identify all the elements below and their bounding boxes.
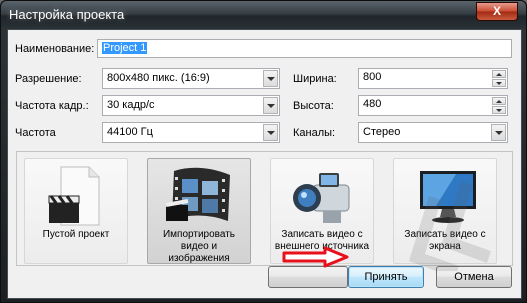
project-settings-window: Настройка проекта X Наименование: Projec… — [0, 0, 527, 303]
film-strip-icon — [165, 167, 230, 221]
tile-empty-project[interactable]: Пустой проект — [24, 158, 128, 264]
tile-import-media[interactable]: Импортировать видео и изображения — [147, 158, 251, 264]
height-label: Высота: — [293, 100, 334, 112]
title-bar[interactable]: Настройка проекта X — [1, 1, 526, 29]
window-title: Настройка проекта — [9, 7, 125, 22]
height-value: 480 — [363, 98, 382, 110]
red-arrow-annotation-icon — [282, 246, 349, 268]
channels-label: Каналы: — [293, 127, 336, 139]
camcorder-icon — [293, 173, 350, 223]
cancel-button[interactable]: Отмена — [436, 266, 512, 288]
resolution-select[interactable]: 800x480 пикс. (16:9) — [102, 68, 280, 89]
framerate-select[interactable]: 30 кадр/с — [102, 95, 280, 116]
width-value: 800 — [363, 71, 382, 83]
monitor-icon — [420, 171, 476, 223]
height-down-icon[interactable] — [492, 106, 506, 114]
project-name-input[interactable]: Project 1 — [97, 39, 512, 58]
frequency-select[interactable]: 44100 Гц — [102, 122, 280, 143]
chevron-down-icon[interactable] — [263, 97, 278, 114]
frequency-label: Частота — [15, 127, 56, 139]
chevron-down-icon[interactable] — [263, 124, 278, 141]
channels-select[interactable]: Стерео — [358, 122, 508, 143]
accept-button[interactable]: Принять — [348, 266, 424, 288]
name-label: Наименование: — [15, 43, 95, 55]
project-type-panel: Пустой проект Импортировать видео и изоб… — [16, 151, 513, 266]
project-name-value: Project 1 — [102, 42, 148, 54]
height-spinbox[interactable]: 480 — [358, 95, 508, 116]
width-spinbox[interactable]: 800 — [358, 68, 508, 89]
close-button[interactable]: X — [476, 2, 518, 21]
clapperboard-document-icon — [48, 166, 100, 226]
resolution-value: 800x480 пикс. (16:9) — [107, 72, 210, 84]
disabled-extra-button — [268, 266, 348, 288]
width-up-icon[interactable] — [492, 70, 506, 78]
height-up-icon[interactable] — [492, 97, 506, 105]
tile-caption: Записать видео с экрана — [404, 229, 486, 252]
width-down-icon[interactable] — [492, 79, 506, 87]
tile-caption: Импортировать видео и изображения — [162, 229, 235, 264]
tile-caption: Пустой проект — [42, 229, 110, 240]
frequency-value: 44100 Гц — [107, 126, 153, 138]
width-label: Ширина: — [293, 73, 337, 85]
dialog-body: Наименование: Project 1 Разрешение: 800x… — [7, 29, 522, 299]
tile-record-screen[interactable]: Записать видео с экрана — [393, 158, 497, 264]
framerate-label: Частота кадр.: — [15, 100, 89, 112]
resolution-label: Разрешение: — [15, 73, 82, 85]
framerate-value: 30 кадр/с — [107, 99, 155, 111]
channels-value: Стерео — [363, 126, 401, 138]
chevron-down-icon[interactable] — [263, 70, 278, 87]
chevron-down-icon[interactable] — [491, 124, 506, 141]
